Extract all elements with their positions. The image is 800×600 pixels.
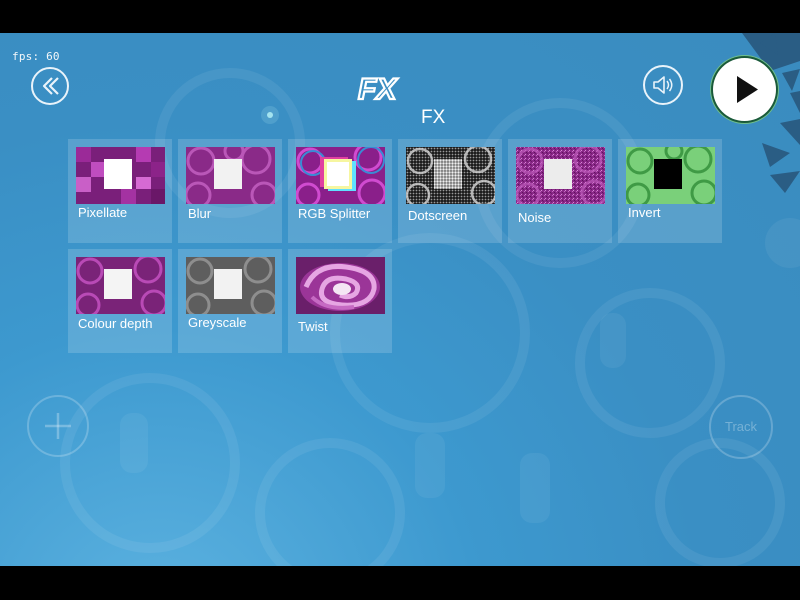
fx-logo: FX	[357, 72, 400, 104]
chevron-left-icon	[42, 77, 59, 95]
invert-thumbnail	[626, 147, 715, 204]
effect-label: RGB Splitter	[298, 206, 371, 221]
effects-grid: Pixellate Blur RGB Splitter Dotscreen No…	[68, 139, 728, 389]
plus-icon	[45, 413, 71, 439]
effect-label: Noise	[518, 210, 552, 225]
effect-tile-greyscale[interactable]: Greyscale	[178, 249, 282, 353]
play-icon	[737, 76, 758, 103]
colour-depth-thumbnail	[76, 257, 165, 314]
volume-button[interactable]	[643, 65, 683, 105]
effect-tile-twist[interactable]: Twist	[288, 249, 392, 353]
greyscale-thumbnail	[186, 257, 275, 314]
speaker-icon	[653, 76, 673, 94]
back-button[interactable]	[31, 67, 69, 105]
effect-tile-rgb-splitter[interactable]: RGB Splitter	[288, 139, 392, 243]
effect-tile-colour-depth[interactable]: Colour depth	[68, 249, 172, 353]
effect-label: Pixellate	[78, 205, 128, 220]
effect-tile-invert[interactable]: Invert	[618, 139, 722, 243]
effect-label: Colour depth	[78, 316, 153, 331]
blur-thumbnail	[186, 147, 275, 204]
svg-text:FX: FX	[358, 73, 398, 104]
effect-label: Greyscale	[188, 315, 247, 330]
effect-tile-noise[interactable]: Noise	[508, 139, 612, 243]
twist-thumbnail	[296, 257, 385, 314]
effect-label: Dotscreen	[408, 208, 468, 223]
page-title: FX	[421, 107, 446, 128]
fx-screen: fps: 60 FX FX Pixellate Blur RGB Splitte…	[0, 33, 800, 566]
effect-label: Twist	[298, 319, 328, 334]
noise-thumbnail	[516, 147, 605, 204]
rgb-splitter-thumbnail	[296, 147, 385, 204]
fps-counter: fps: 60	[12, 50, 60, 63]
dotscreen-thumbnail	[406, 147, 495, 204]
effect-tile-dotscreen[interactable]: Dotscreen	[398, 139, 502, 243]
effect-label: Blur	[188, 206, 212, 221]
track-button[interactable]: Track	[709, 395, 773, 459]
add-button[interactable]	[27, 395, 89, 457]
effect-tile-blur[interactable]: Blur	[178, 139, 282, 243]
effect-label: Invert	[628, 205, 661, 220]
effect-tile-pixellate[interactable]: Pixellate	[68, 139, 172, 243]
play-button[interactable]	[713, 58, 776, 121]
pixellate-thumbnail	[76, 147, 165, 204]
